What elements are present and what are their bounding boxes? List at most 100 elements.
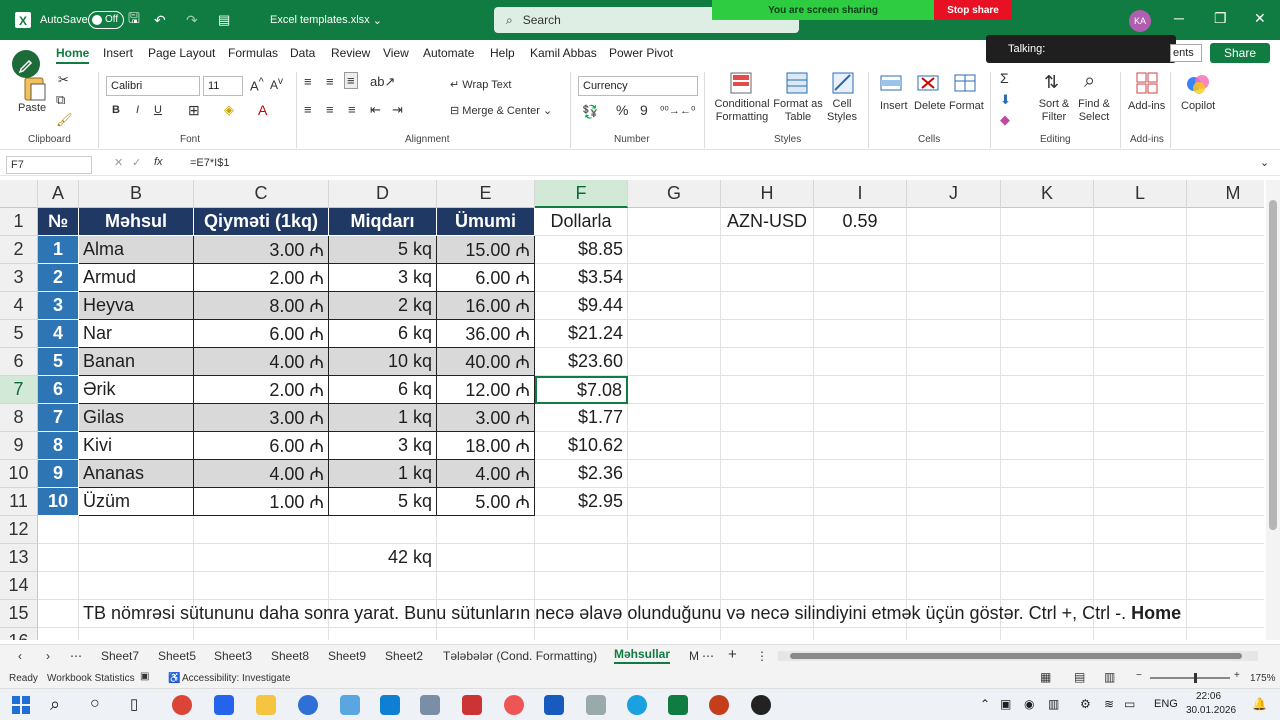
grid-cell[interactable] (79, 628, 194, 640)
grid-cell[interactable] (1094, 264, 1187, 292)
sheet-tab[interactable]: Sheet8 (271, 649, 309, 663)
grid-cell[interactable] (721, 488, 814, 516)
tray-chevron-icon[interactable]: ⌃ (980, 697, 990, 711)
grid-cell[interactable] (1094, 404, 1187, 432)
grid-cell[interactable] (1001, 460, 1094, 488)
grid-cell[interactable] (1001, 404, 1094, 432)
row-header[interactable]: 14 (0, 572, 38, 600)
font-size-select[interactable]: 11 (203, 76, 243, 96)
cell-name[interactable]: Ərik (79, 376, 194, 404)
share-button[interactable]: Share (1210, 43, 1270, 63)
sort-filter-icon[interactable]: ⇅ (1044, 72, 1059, 93)
grid-cell[interactable] (38, 572, 79, 600)
fill-color-icon[interactable]: ◈ (224, 102, 234, 118)
cell-price[interactable]: 2.00 ₼ (194, 264, 329, 292)
horizontal-scrollbar[interactable] (778, 651, 1258, 661)
row-header[interactable]: 3 (0, 264, 38, 292)
grid-cell[interactable] (907, 236, 1001, 264)
cell-price[interactable]: 4.00 ₼ (194, 460, 329, 488)
sheet-menu-icon[interactable]: ⋮ (756, 649, 768, 663)
column-header[interactable]: C (194, 180, 329, 208)
h-scroll-thumb[interactable] (790, 653, 1242, 659)
row-header[interactable]: 12 (0, 516, 38, 544)
word-icon[interactable] (544, 695, 564, 715)
tab-formulas[interactable]: Formulas (228, 46, 278, 60)
grid-cell[interactable] (1094, 544, 1187, 572)
column-header[interactable]: M (1187, 180, 1264, 208)
font-name-select[interactable]: Calibri (106, 76, 200, 96)
cell-qty[interactable]: 3 kq (329, 264, 437, 292)
page-break-view-icon[interactable]: ▥ (1104, 670, 1115, 684)
cell-usd[interactable]: $1.77 (535, 404, 628, 432)
grid-cell[interactable] (721, 628, 814, 640)
cell-price[interactable]: 3.00 ₼ (194, 236, 329, 264)
row-header[interactable]: 7 (0, 376, 38, 404)
grid-cell[interactable] (628, 320, 721, 348)
grid-cell[interactable] (38, 516, 79, 544)
row-header[interactable]: 1 (0, 208, 38, 236)
grid-cell[interactable] (437, 516, 535, 544)
cell-qty[interactable]: 10 kq (329, 348, 437, 376)
align-top-icon[interactable]: ≡ (304, 74, 312, 89)
grid-cell[interactable] (907, 208, 1001, 236)
cell-no[interactable]: 5 (38, 348, 79, 376)
cell-total[interactable]: 4.00 ₼ (437, 460, 535, 488)
cell-name[interactable]: Banan (79, 348, 194, 376)
app-icon[interactable] (462, 695, 482, 715)
grid-cell[interactable] (628, 572, 721, 600)
conditional-formatting-button[interactable]: Conditional Formatting (708, 98, 776, 124)
cell-name[interactable]: Armud (79, 264, 194, 292)
grid-cell[interactable] (1187, 236, 1264, 264)
store-icon[interactable] (214, 695, 234, 715)
tab-kamil-abbas[interactable]: Kamil Abbas (530, 46, 597, 60)
cell-styles-button[interactable]: Cell Styles (822, 98, 862, 124)
undo-icon[interactable]: ↶ (154, 0, 166, 40)
cell-price[interactable]: 6.00 ₼ (194, 432, 329, 460)
grid-cell[interactable] (1094, 460, 1187, 488)
cell-price[interactable]: 2.00 ₼ (194, 376, 329, 404)
row-header[interactable]: 6 (0, 348, 38, 376)
cell-total[interactable]: 6.00 ₼ (437, 264, 535, 292)
align-left-icon[interactable]: ≡ (304, 102, 312, 117)
grid-cell[interactable] (721, 236, 814, 264)
grid-cell[interactable] (721, 404, 814, 432)
grid-cell[interactable] (1001, 572, 1094, 600)
cut-icon[interactable]: ✂ (58, 72, 69, 88)
cell-usd[interactable]: $9.44 (535, 292, 628, 320)
function-icon[interactable]: fx (154, 156, 163, 168)
cell-total[interactable]: 36.00 ₼ (437, 320, 535, 348)
cell-name[interactable]: Heyva (79, 292, 194, 320)
grid-cell[interactable] (1187, 348, 1264, 376)
column-header[interactable]: G (628, 180, 721, 208)
grid-cell[interactable] (907, 348, 1001, 376)
cancel-formula-icon[interactable]: ✕ (114, 156, 123, 169)
grid-cell[interactable] (194, 516, 329, 544)
header-total[interactable]: Ümumi (437, 208, 535, 236)
grid-cell[interactable] (628, 264, 721, 292)
column-header[interactable]: E (437, 180, 535, 208)
grid-cell[interactable] (628, 348, 721, 376)
row-header[interactable]: 15 (0, 600, 38, 628)
grid-cell[interactable] (535, 516, 628, 544)
tab-review[interactable]: Review (331, 46, 370, 60)
grid-cell[interactable] (1094, 572, 1187, 600)
grid-cell[interactable] (1094, 432, 1187, 460)
quick-access-icon[interactable]: ▤ (218, 0, 230, 40)
macro-icon[interactable]: ▣ (140, 671, 149, 682)
wifi-icon[interactable]: ≋ (1104, 697, 1114, 711)
row-header[interactable]: 4 (0, 292, 38, 320)
grid-cell[interactable] (907, 488, 1001, 516)
grid-cell[interactable] (907, 264, 1001, 292)
format-painter-icon[interactable]: 🖌 (56, 112, 73, 128)
grid-cell[interactable] (721, 292, 814, 320)
grid-cell[interactable] (535, 628, 628, 640)
grid-cell[interactable] (1094, 628, 1187, 640)
clear-icon[interactable]: ◆ (1000, 112, 1010, 128)
tray-icon[interactable]: ⚙ (1080, 697, 1091, 711)
clock-time[interactable]: 22:06 (1196, 691, 1221, 702)
powerpoint-icon[interactable] (709, 695, 729, 715)
grid-cell[interactable] (721, 432, 814, 460)
grid-cell[interactable] (1094, 236, 1187, 264)
maximize-icon[interactable]: ❐ (1214, 10, 1227, 27)
close-icon[interactable]: ✕ (1254, 10, 1266, 27)
